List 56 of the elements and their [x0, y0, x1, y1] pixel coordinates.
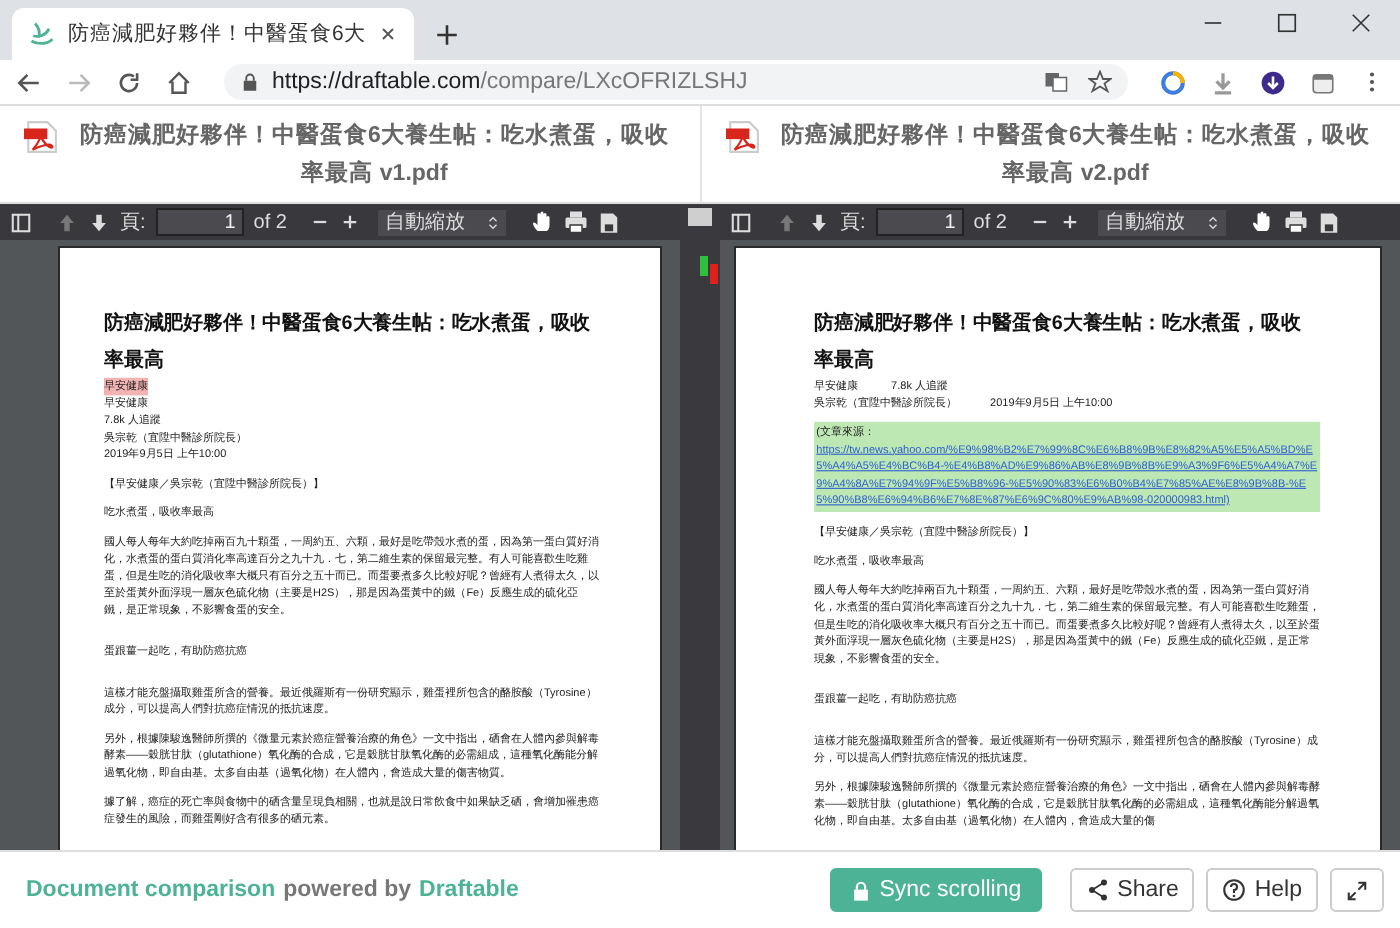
pdf-file-icon — [725, 118, 760, 156]
sidebar-toggle-icon[interactable] — [10, 211, 32, 233]
next-page-icon[interactable] — [808, 211, 830, 233]
browser-tab[interactable]: 防癌減肥好夥伴！中醫蛋食6大 — [12, 8, 414, 60]
page-count: of 2 — [973, 211, 1007, 233]
powered-by-text: powered by — [283, 878, 412, 902]
document-title: 防癌減肥好夥伴！中醫蛋食6大養生帖：吃水煮蛋，吸收率最高 — [104, 309, 593, 375]
zoom-in-icon[interactable] — [1060, 212, 1081, 232]
download-icon[interactable] — [1260, 69, 1286, 95]
url-path: /compare/LXcOFRIZLSHJ — [480, 70, 748, 94]
sidebar-toggle-icon[interactable] — [730, 211, 752, 233]
zoom-in-icon[interactable] — [340, 212, 361, 232]
zoom-select[interactable]: 自動縮放 — [378, 209, 507, 235]
help-button[interactable]: Help — [1206, 868, 1318, 912]
fullscreen-button[interactable] — [1330, 868, 1384, 912]
hand-icon[interactable] — [1250, 210, 1275, 234]
print-icon[interactable] — [1284, 210, 1309, 234]
lock-icon — [240, 72, 260, 92]
caret-icon — [486, 213, 501, 231]
ring-icon[interactable] — [1160, 69, 1186, 95]
save-icon[interactable] — [598, 211, 621, 233]
star-icon[interactable] — [1088, 70, 1112, 94]
previous-page-icon[interactable] — [776, 211, 798, 233]
close-icon[interactable] — [377, 24, 398, 44]
maximize-icon[interactable] — [1276, 11, 1298, 33]
page-number-field[interactable]: 1 — [155, 208, 244, 236]
change-marker[interactable] — [709, 264, 717, 284]
print-icon[interactable] — [564, 210, 589, 234]
zoom-select[interactable]: 自動縮放 — [1098, 209, 1227, 235]
document-title: 防癌減肥好夥伴！中醫蛋食6大養生帖：吃水煮蛋，吸收率最高 — [814, 309, 1303, 375]
close-icon[interactable] — [1350, 11, 1372, 33]
reload-icon[interactable] — [116, 69, 142, 95]
next-page-icon[interactable] — [88, 211, 110, 233]
page-label: 頁: — [120, 210, 146, 236]
expand-icon — [1346, 879, 1368, 901]
share-icon — [1085, 878, 1110, 902]
file-name: 防癌減肥好夥伴！中醫蛋食6大養生帖：吃水煮蛋，吸收率最高 v1.pdf — [78, 120, 671, 190]
address-bar[interactable]: https://draftable.com/compare/LXcOFRIZLSHJ — [224, 64, 1128, 100]
save-icon[interactable] — [1318, 211, 1341, 233]
page-number-field[interactable]: 1 — [875, 208, 964, 236]
plus-icon[interactable] — [433, 22, 460, 48]
home-icon[interactable] — [166, 69, 192, 95]
page-count: of 2 — [253, 211, 287, 233]
file-name: 防癌減肥好夥伴！中醫蛋食6大養生帖：吃水煮蛋，吸收率最高 v2.pdf — [779, 120, 1372, 190]
url-host: https://draftable.com — [272, 70, 481, 94]
page-label: 頁: — [840, 210, 866, 236]
hand-icon[interactable] — [530, 210, 555, 234]
pdf-file-icon — [24, 118, 59, 156]
lock-icon — [849, 879, 872, 901]
favicon-icon — [28, 20, 56, 48]
previous-page-icon[interactable] — [56, 211, 78, 233]
change-marker[interactable] — [699, 256, 707, 276]
back-icon[interactable] — [16, 69, 42, 95]
help-icon — [1222, 878, 1247, 902]
caret-icon — [1206, 213, 1221, 231]
share-button[interactable]: Share — [1069, 868, 1195, 912]
